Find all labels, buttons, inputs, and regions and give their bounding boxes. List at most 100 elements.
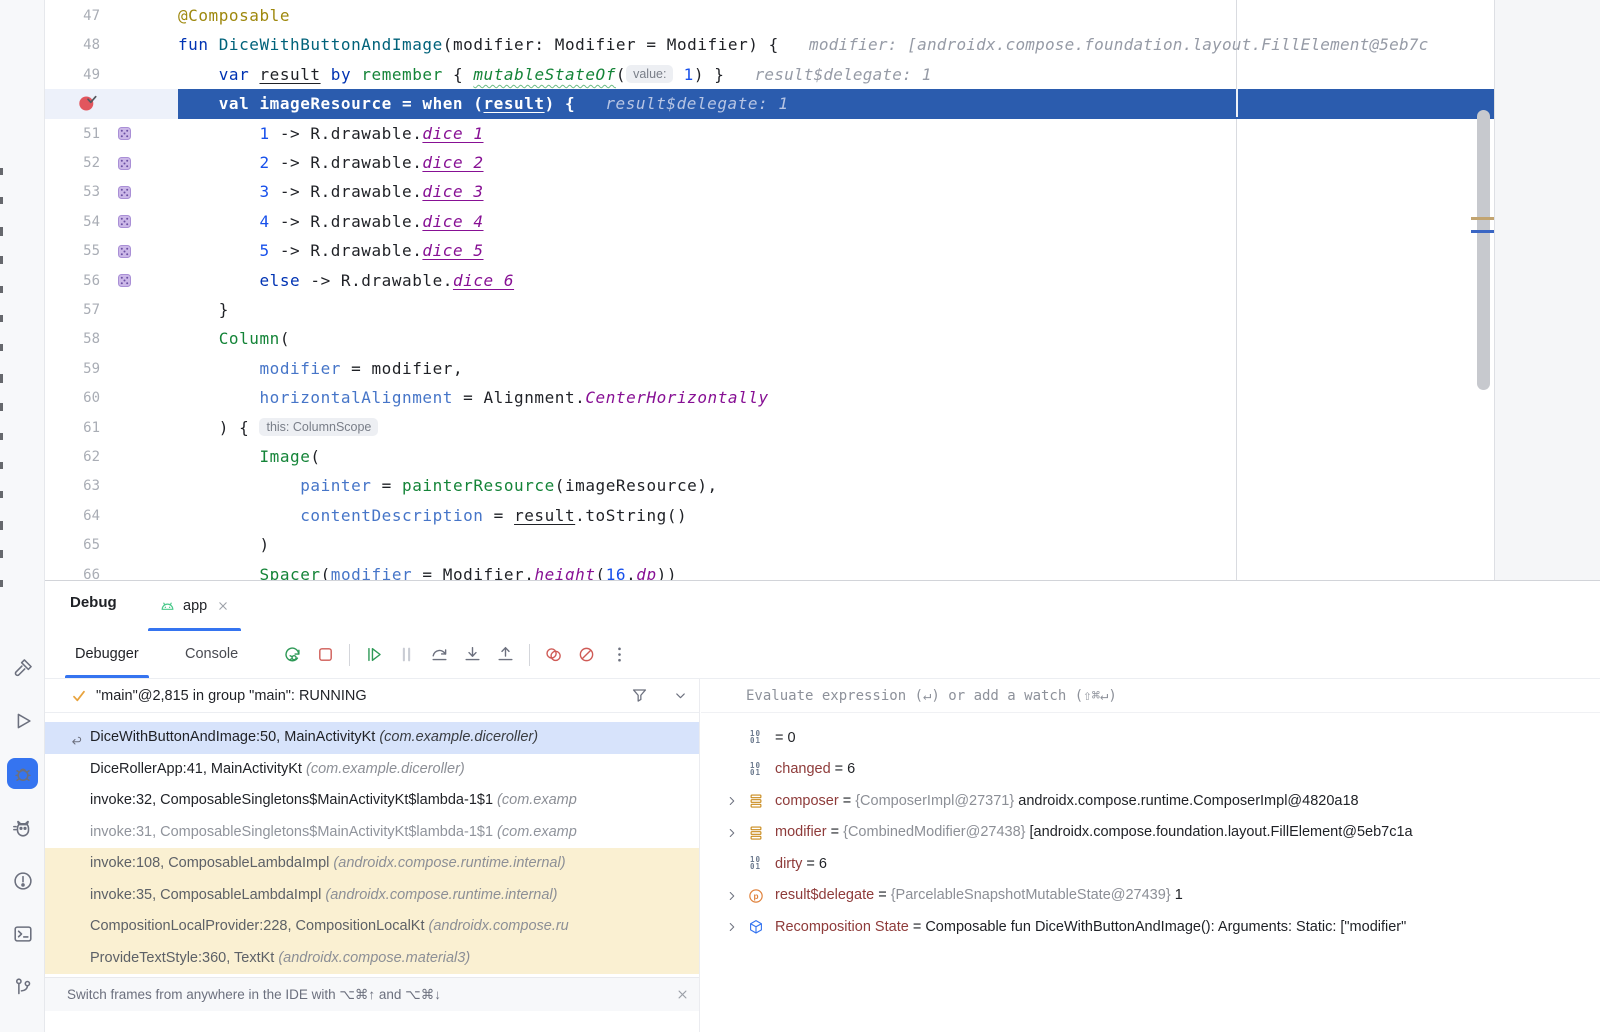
code-line[interactable]: 56 else -> R.drawable.dice_6 xyxy=(45,266,1494,296)
pause-button[interactable] xyxy=(395,643,418,666)
more-button[interactable] xyxy=(608,643,631,666)
drawable-preview-dice-icon[interactable] xyxy=(116,272,133,289)
stripe-debug-button[interactable] xyxy=(7,758,38,789)
stack-frame-row[interactable]: invoke:108, ComposableLambdaImpl (androi… xyxy=(45,848,700,880)
filter-icon[interactable] xyxy=(630,686,649,705)
code-token: ) } xyxy=(694,65,735,84)
code-line[interactable]: val imageResource = when (result) { resu… xyxy=(45,89,1494,119)
step-into-button[interactable] xyxy=(461,643,484,666)
stack-frame-row[interactable]: CompositionLocalProvider:228, Compositio… xyxy=(45,911,700,943)
code-line[interactable]: 58 Column( xyxy=(45,324,1494,354)
variable-row[interactable]: modifier = {CombinedModifier@27438} [and… xyxy=(701,817,1600,849)
primitive-icon: 1001 xyxy=(747,855,764,873)
code-editor[interactable]: 47@Composable48fun DiceWithButtonAndImag… xyxy=(45,0,1494,580)
code-line[interactable]: 60 horizontalAlignment = Alignment.Cente… xyxy=(45,383,1494,413)
gutter-icon-slot xyxy=(110,266,178,296)
drawable-preview-dice-icon[interactable] xyxy=(116,155,133,172)
variable-row[interactable]: 1001= 0 xyxy=(701,722,1600,754)
drawable-preview-dice-icon[interactable] xyxy=(116,125,133,142)
tab-debugger[interactable]: Debugger xyxy=(75,631,139,678)
code-token: = Alignment. xyxy=(453,388,585,407)
gutter-icon-slot xyxy=(110,471,178,501)
stack-frame-row[interactable]: ProvideTextStyle:360, TextKt (androidx.c… xyxy=(45,943,700,975)
step-over-button[interactable] xyxy=(428,643,451,666)
expand-chevron-icon[interactable] xyxy=(725,920,739,938)
view-breakpoints-button[interactable] xyxy=(542,643,565,666)
code-line[interactable]: 65 ) xyxy=(45,530,1494,560)
frames-hint-text: Switch frames from anywhere in the IDE w… xyxy=(67,987,441,1003)
stack-frame-row[interactable]: DiceRollerApp:41, MainActivityKt (com.ex… xyxy=(45,754,700,786)
code-line[interactable]: 63 painter = painterResource(imageResour… xyxy=(45,471,1494,501)
code-token: dice_3 xyxy=(422,182,483,201)
rerun-button[interactable] xyxy=(281,643,304,666)
drawable-preview-dice-icon[interactable] xyxy=(116,243,133,260)
code-line[interactable]: 64 contentDescription = result.toString(… xyxy=(45,501,1494,531)
editor-scrollbar[interactable] xyxy=(1477,110,1490,390)
drawable-preview-dice-icon[interactable] xyxy=(116,184,133,201)
code-line[interactable]: 61 ) { this: ColumnScope xyxy=(45,413,1494,443)
run-icon xyxy=(12,710,34,732)
chevron-down-icon[interactable] xyxy=(673,688,688,703)
session-tab-app[interactable]: app xyxy=(145,581,244,631)
code-line[interactable]: 52 2 -> R.drawable.dice_2 xyxy=(45,148,1494,178)
close-icon[interactable] xyxy=(675,987,690,1002)
code-token: contentDescription xyxy=(300,506,483,525)
code-line[interactable]: 54 4 -> R.drawable.dice_4 xyxy=(45,207,1494,237)
evaluate-expression-field[interactable]: Evaluate expression (↵) or add a watch (… xyxy=(701,679,1600,713)
frame-package: (com.examp xyxy=(497,792,577,808)
close-icon[interactable] xyxy=(216,599,230,613)
variable-row[interactable]: Recomposition State = Composable fun Dic… xyxy=(701,911,1600,943)
stop-button[interactable] xyxy=(314,643,337,666)
mute-breakpoints-button[interactable] xyxy=(575,643,598,666)
stripe-build-button[interactable] xyxy=(7,652,38,683)
resume-button[interactable] xyxy=(362,643,385,666)
stack-frame-row[interactable]: invoke:35, ComposableLambdaImpl (android… xyxy=(45,880,700,912)
code-line[interactable]: 57 } xyxy=(45,295,1494,325)
stripe-run-button[interactable] xyxy=(7,705,38,736)
logcat-icon xyxy=(12,817,34,839)
code-token xyxy=(673,65,683,84)
breakpoint-icon[interactable] xyxy=(78,93,99,119)
code-line[interactable]: 55 5 -> R.drawable.dice_5 xyxy=(45,236,1494,266)
code-token: mutableStateOf xyxy=(473,65,616,84)
expand-chevron-icon[interactable] xyxy=(725,889,739,907)
thread-selector[interactable]: "main"@2,815 in group "main": RUNNING xyxy=(45,679,700,713)
code-line[interactable]: 51 1 -> R.drawable.dice_1 xyxy=(45,119,1494,149)
stack-frame-row[interactable]: DiceWithButtonAndImage:50, MainActivityK… xyxy=(45,722,700,754)
expand-chevron-icon[interactable] xyxy=(725,826,739,844)
frame-title: invoke:31, ComposableSingletons$MainActi… xyxy=(90,824,497,840)
version-control-icon xyxy=(12,976,34,998)
stripe-version-control-button[interactable] xyxy=(7,971,38,1002)
code-line[interactable]: 62 Image( xyxy=(45,442,1494,472)
code-line[interactable]: 66 Spacer(modifier = Modifier.height(16.… xyxy=(45,560,1494,580)
scrollbar-caret-mark xyxy=(1471,230,1494,233)
code-line[interactable]: 59 modifier = modifier, xyxy=(45,354,1494,384)
code-line[interactable]: 49 var result by remember { mutableState… xyxy=(45,60,1494,90)
stripe-logcat-button[interactable] xyxy=(7,812,38,843)
variable-row[interactable]: presult$delegate = {ParcelableSnapshotMu… xyxy=(701,880,1600,912)
debug-icon xyxy=(12,763,34,785)
variable-name: composer xyxy=(775,793,839,809)
code-line[interactable]: 48fun DiceWithButtonAndImage(modifier: M… xyxy=(45,30,1494,60)
variable-value: = xyxy=(827,824,844,840)
stack-frame-row[interactable]: invoke:32, ComposableSingletons$MainActi… xyxy=(45,785,700,817)
stripe-problems-button[interactable] xyxy=(7,865,38,896)
variable-name: modifier xyxy=(775,824,827,840)
view-breakpoints-icon xyxy=(543,644,564,665)
clipped-edge-artifact xyxy=(0,521,3,530)
step-out-button[interactable] xyxy=(494,643,517,666)
tab-console[interactable]: Console xyxy=(185,631,238,678)
gutter-icon-slot xyxy=(110,177,178,207)
drawable-preview-dice-icon[interactable] xyxy=(116,213,133,230)
stack-frame-row[interactable]: invoke:31, ComposableSingletons$MainActi… xyxy=(45,817,700,849)
code-line[interactable]: 47@Composable xyxy=(45,1,1494,31)
stripe-terminal-button[interactable] xyxy=(7,918,38,949)
clipped-edge-artifact xyxy=(0,168,3,175)
variable-row[interactable]: composer = {ComposerImpl@27371} androidx… xyxy=(701,785,1600,817)
inlay-hint-chip: value: xyxy=(626,65,673,83)
variable-row[interactable]: 1001changed = 6 xyxy=(701,754,1600,786)
variable-row[interactable]: 1001dirty = 6 xyxy=(701,848,1600,880)
code-line[interactable]: 53 3 -> R.drawable.dice_3 xyxy=(45,177,1494,207)
expand-chevron-icon[interactable] xyxy=(725,794,739,812)
code-token: modifier xyxy=(259,359,340,378)
